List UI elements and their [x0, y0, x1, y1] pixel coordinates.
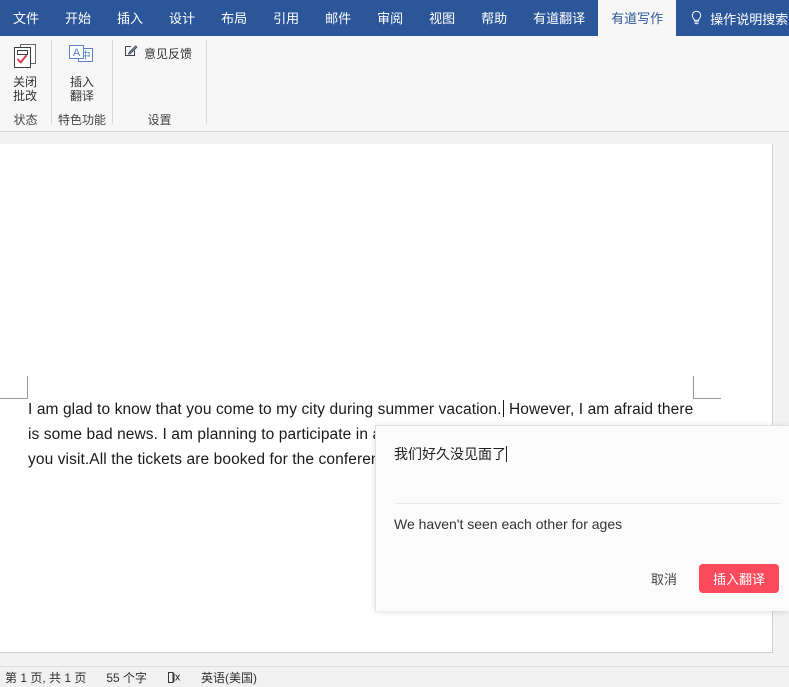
- document-canvas: I am glad to know that you come to my ci…: [0, 132, 789, 666]
- close-revision-label-line1: 关闭: [13, 75, 37, 89]
- feedback-pencil-icon: [124, 44, 138, 63]
- ribbon-tab-home[interactable]: 开始: [52, 0, 104, 36]
- ribbon-panel: 关闭 批改 状态 中 A 插入 翻译 特色功能: [0, 36, 789, 132]
- insert-translation-button[interactable]: 中 A 插入 翻译: [57, 40, 107, 103]
- ribbon-tab-references[interactable]: 引用: [260, 0, 312, 36]
- ribbon-tab-insert[interactable]: 插入: [104, 0, 156, 36]
- paragraph-text-before-caret: I am glad to know that you come to my ci…: [28, 401, 502, 418]
- tell-me-search[interactable]: 操作说明搜索: [676, 0, 789, 36]
- translate-icon: 中 A: [67, 40, 97, 72]
- popup-divider: [395, 503, 781, 504]
- popup-text-caret: [506, 446, 507, 462]
- popup-actions: 取消 插入翻译: [645, 564, 779, 593]
- document-check-icon: [12, 40, 38, 72]
- ribbon-tab-layout[interactable]: 布局: [208, 0, 260, 36]
- ribbon-tab-mailings[interactable]: 邮件: [312, 0, 364, 36]
- cancel-button[interactable]: 取消: [645, 565, 683, 592]
- ribbon-group-label-settings: 设置: [113, 111, 206, 128]
- ribbon-tab-file[interactable]: 文件: [0, 0, 52, 36]
- word-window: 文件 开始 插入 设计 布局 引用 邮件 审阅 视图 帮助 有道翻译 有道写作 …: [0, 0, 789, 687]
- ribbon-tab-youdao-writing[interactable]: 有道写作: [598, 0, 676, 36]
- text-caret: [503, 400, 504, 417]
- ribbon-tab-design[interactable]: 设计: [156, 0, 208, 36]
- ribbon-tab-youdao-translate[interactable]: 有道翻译: [520, 0, 598, 36]
- ribbon-group-separator-3: [206, 40, 207, 124]
- svg-text:A: A: [73, 47, 81, 59]
- tell-me-label: 操作说明搜索: [710, 9, 788, 28]
- ribbon-group-settings: 意见反馈 设置: [113, 36, 206, 131]
- insert-translation-confirm-button[interactable]: 插入翻译: [699, 564, 779, 593]
- ribbon-group-features: 中 A 插入 翻译 特色功能: [52, 36, 112, 131]
- ribbon-tab-view[interactable]: 视图: [416, 0, 468, 36]
- translation-result-text: We haven't seen each other for ages: [394, 514, 772, 534]
- ribbon-group-status: 关闭 批改 状态: [0, 36, 51, 131]
- margin-mark-top-right: [693, 376, 721, 399]
- feedback-button[interactable]: 意见反馈: [124, 44, 192, 63]
- status-word-count[interactable]: 55 个字: [106, 669, 147, 686]
- insert-translation-label-line1: 插入: [70, 75, 94, 89]
- insert-translation-label-line2: 翻译: [70, 89, 94, 103]
- ribbon-group-label-status: 状态: [0, 111, 51, 128]
- status-bar: 第 1 页, 共 1 页 55 个字 英语(美国): [0, 666, 789, 687]
- lightbulb-icon: [690, 10, 703, 26]
- ribbon-group-label-features: 特色功能: [52, 111, 112, 128]
- translation-popup: 我们好久没见面了 We haven't seen each other for …: [375, 425, 789, 611]
- translation-source-input[interactable]: 我们好久没见面了: [394, 444, 772, 498]
- ribbon-tab-review[interactable]: 审阅: [364, 0, 416, 36]
- close-revision-label-line2: 批改: [13, 89, 37, 103]
- proofing-errors-icon: [167, 671, 181, 684]
- close-revision-button[interactable]: 关闭 批改: [0, 40, 50, 103]
- margin-mark-top-left: [0, 376, 28, 399]
- translation-source-text: 我们好久没见面了: [394, 446, 506, 462]
- status-page-count[interactable]: 第 1 页, 共 1 页: [5, 669, 86, 686]
- ribbon-tab-help[interactable]: 帮助: [468, 0, 520, 36]
- ribbon-tab-strip: 文件 开始 插入 设计 布局 引用 邮件 审阅 视图 帮助 有道翻译 有道写作 …: [0, 0, 789, 36]
- feedback-label: 意见反馈: [144, 45, 192, 62]
- status-proofing[interactable]: [167, 671, 181, 684]
- status-language[interactable]: 英语(美国): [201, 669, 257, 686]
